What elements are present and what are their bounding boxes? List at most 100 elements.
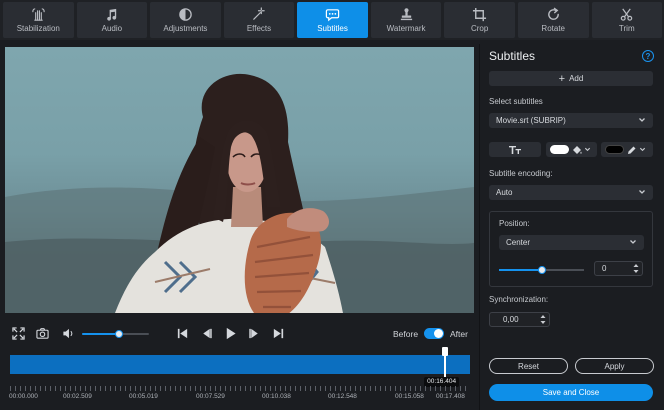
tab-label: Stabilization <box>16 24 60 33</box>
position-label: Position: <box>499 219 530 228</box>
select-subtitles-label: Select subtitles <box>489 97 543 106</box>
tab-label: Rotate <box>541 24 565 33</box>
expand-icon <box>11 326 25 340</box>
reset-button[interactable]: Reset <box>489 358 568 374</box>
music-note-icon <box>107 8 117 21</box>
tick-label: 00:02.509 <box>63 393 92 400</box>
next-frame-button[interactable] <box>247 326 261 340</box>
tab-label: Effects <box>246 24 272 33</box>
subtitle-file-select[interactable]: Movie.srt (SUBRIP) <box>489 113 653 128</box>
add-subtitles-button[interactable]: + Add <box>489 71 653 86</box>
skip-end-icon <box>273 328 283 338</box>
position-select[interactable]: Center <box>499 235 644 250</box>
encoding-label: Subtitle encoding: <box>489 169 553 178</box>
tick-label: 00:00.000 <box>9 393 38 400</box>
step-forward-icon <box>248 328 258 338</box>
stepper-arrows-icon[interactable] <box>633 263 639 274</box>
selected-file: Movie.srt (SUBRIP) <box>496 116 566 125</box>
crop-icon <box>473 7 487 22</box>
volume-button[interactable] <box>61 326 75 340</box>
tab-label: Watermark <box>386 24 426 33</box>
position-slider[interactable] <box>499 266 584 274</box>
tick-label: 00:12.548 <box>328 393 357 400</box>
tab-subtitles[interactable]: Subtitles <box>297 2 368 38</box>
sync-stepper[interactable]: 0,00 <box>489 312 550 327</box>
contrast-icon <box>179 8 192 21</box>
pencil-icon <box>628 146 636 154</box>
timeline-track[interactable] <box>10 355 470 374</box>
camera-icon <box>35 327 49 339</box>
tick-label: 00:07.529 <box>196 393 225 400</box>
position-offset-value: 0 <box>602 264 607 273</box>
position-value: Center <box>506 238 531 247</box>
encoding-select[interactable]: Auto <box>489 185 653 200</box>
rotate-icon <box>547 7 559 20</box>
snapshot-button[interactable] <box>35 326 49 340</box>
step-back-icon <box>202 328 212 338</box>
timeline-ruler <box>10 386 470 391</box>
outline-color-swatch <box>605 145 624 154</box>
font-settings-button[interactable] <box>489 142 541 157</box>
tick-label: 00:05.019 <box>129 393 158 400</box>
speaker-icon <box>62 328 72 338</box>
tick-label: 00:17.408 <box>436 393 465 400</box>
tab-crop[interactable]: Crop <box>444 2 515 38</box>
go-to-end-button[interactable] <box>271 326 285 340</box>
tab-label: Audio <box>101 24 123 33</box>
tab-watermark[interactable]: Watermark <box>370 2 442 38</box>
after-label: After <box>450 329 468 339</box>
tool-tabs: Stabilization Audio Adjustments Effects … <box>0 0 664 40</box>
tab-label: Adjustments <box>163 24 208 33</box>
chevron-down-icon <box>584 147 591 152</box>
text-size-icon <box>509 145 521 154</box>
chevron-down-icon <box>639 118 645 122</box>
text-color-picker[interactable] <box>546 142 597 157</box>
go-to-start-button[interactable] <box>175 326 189 340</box>
fullscreen-button[interactable] <box>11 326 25 340</box>
tick-label: 00:15.058 <box>395 393 424 400</box>
tab-label: Subtitles <box>317 24 348 33</box>
panel-divider <box>479 44 480 410</box>
speech-bubble-icon <box>325 9 340 22</box>
volume-slider[interactable] <box>82 330 149 338</box>
tab-audio[interactable]: Audio <box>76 2 148 38</box>
skip-start-icon <box>177 328 187 338</box>
position-slider-handle[interactable] <box>537 266 546 274</box>
chevron-down-icon <box>630 240 636 244</box>
tab-label: Crop <box>470 24 489 33</box>
stamp-icon <box>400 8 412 21</box>
hand-icon <box>32 8 45 21</box>
play-button[interactable] <box>223 326 237 340</box>
paint-bucket-icon <box>573 145 582 154</box>
add-label: Add <box>569 74 584 83</box>
magic-wand-icon <box>253 7 266 20</box>
tab-trim[interactable]: Trim <box>591 2 663 38</box>
volume-fill <box>82 333 119 335</box>
tab-stabilization[interactable]: Stabilization <box>3 2 74 38</box>
tick-label: 00:10.038 <box>262 393 291 400</box>
encoding-value: Auto <box>496 188 513 197</box>
sync-label: Synchronization: <box>489 295 549 304</box>
chevron-down-icon <box>639 190 645 194</box>
chevron-down-icon <box>639 147 646 152</box>
tab-effects[interactable]: Effects <box>223 2 295 38</box>
playhead-handle[interactable] <box>442 347 449 356</box>
apply-button[interactable]: Apply <box>575 358 654 374</box>
help-icon[interactable]: ? <box>642 50 654 62</box>
before-after-toggle[interactable] <box>424 328 444 339</box>
volume-handle[interactable] <box>114 330 123 338</box>
plus-icon: + <box>558 72 566 85</box>
text-color-swatch <box>550 145 569 154</box>
tab-rotate[interactable]: Rotate <box>517 2 589 38</box>
tab-adjustments[interactable]: Adjustments <box>150 2 221 38</box>
scissors-icon <box>621 8 633 21</box>
video-preview[interactable] <box>5 47 474 313</box>
sync-value: 0,00 <box>503 315 519 324</box>
previous-frame-button[interactable] <box>199 326 213 340</box>
position-offset-stepper[interactable]: 0 <box>594 261 643 276</box>
stepper-arrows-icon[interactable] <box>540 314 546 325</box>
player-controls: Before After <box>5 318 474 350</box>
outline-color-picker[interactable] <box>601 142 653 157</box>
save-and-close-button[interactable]: Save and Close <box>489 384 653 401</box>
video-frame <box>5 73 474 313</box>
